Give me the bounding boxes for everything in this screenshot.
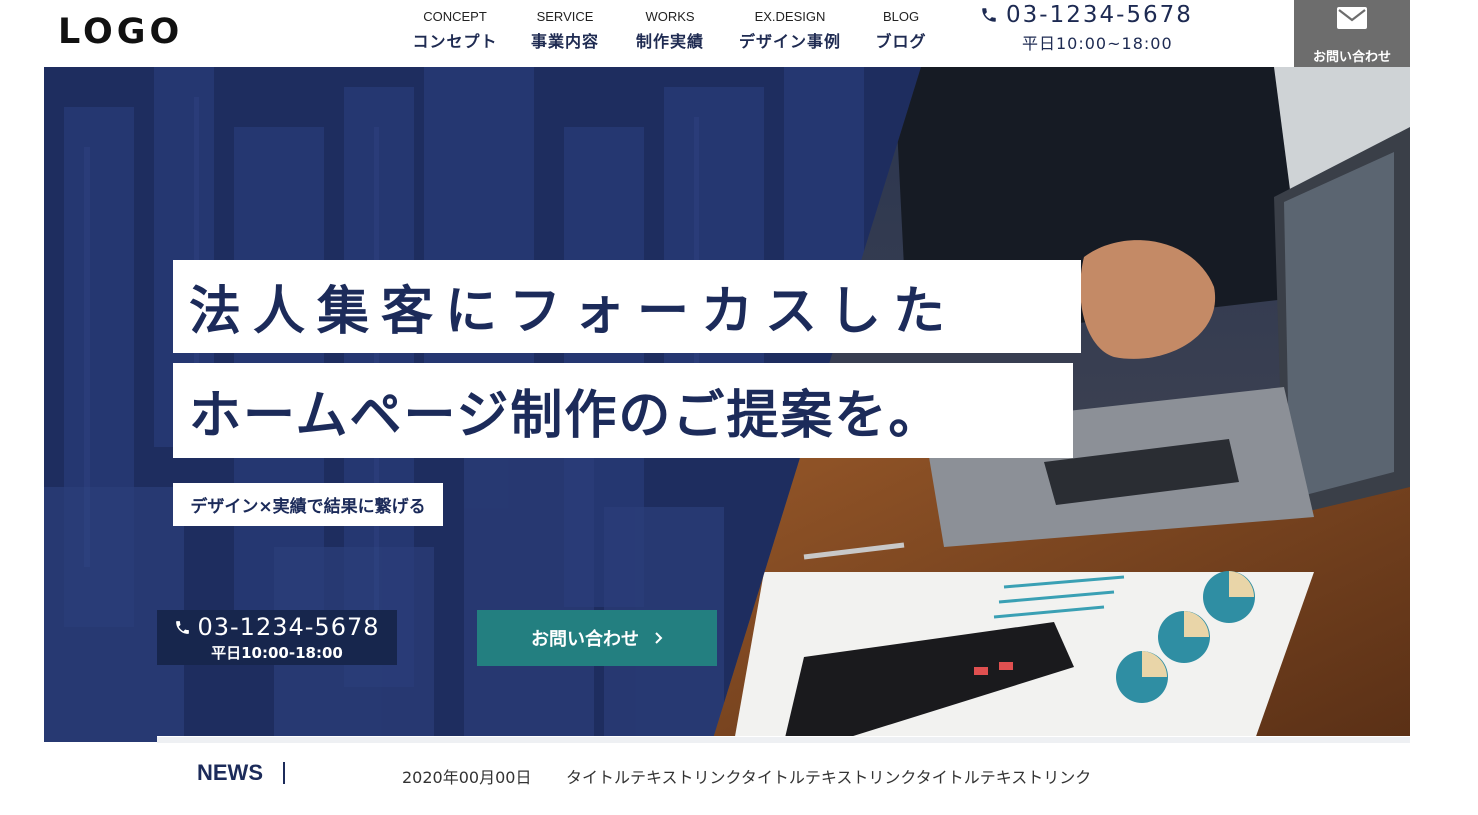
nav-item-jp-label: ブログ (875, 32, 927, 51)
hero-catch-line-1: 法人集客にフォーカスした (173, 260, 1081, 353)
news-title-link[interactable]: タイトルテキストリンクタイトルテキストリンクタイトルテキストリンク (566, 764, 1091, 788)
nav-item-works[interactable]: WORKS 制作実績 (625, 8, 715, 52)
nav-item-ex-design[interactable]: EX.DESIGN デザイン事例 (715, 8, 865, 52)
hero-section: 法人集客にフォーカスした ホームページ制作のご提案を。 デザイン×実績で結果に繋… (44, 67, 1410, 742)
news-divider (157, 737, 1410, 743)
chevron-right-icon (655, 632, 663, 644)
hero-phone-box[interactable]: 03-1234-5678 平日10:00-18:00 (157, 610, 397, 665)
hero-phone-number: 03-1234-5678 (197, 613, 380, 641)
nav-item-jp-label: 事業内容 (530, 32, 599, 51)
hero-business-hours: 平日10:00-18:00 (211, 644, 343, 662)
nav-item-jp-label: 制作実績 (635, 32, 704, 51)
nav-item-en-label: WORKS (645, 9, 695, 24)
header-contact-label: お問い合わせ (1312, 50, 1391, 65)
header-phone[interactable]: 03-1234-5678 平日10:00~18:00 (980, 2, 1220, 54)
phone-icon (176, 620, 190, 634)
nav-item-jp-label: コンセプト (412, 32, 498, 51)
nav-item-en-label: CONCEPT (423, 9, 487, 24)
news-separator (283, 762, 285, 784)
site-logo[interactable]: LOGO (58, 12, 183, 52)
mail-icon (1337, 7, 1367, 29)
site-header: LOGO CONCEPT コンセプト SERVICE 事業内容 WORKS 制作… (0, 0, 1478, 67)
hero-contact-button[interactable]: お問い合わせ (477, 610, 717, 666)
header-business-hours: 平日10:00~18:00 (1022, 34, 1173, 53)
nav-item-en-label: EX.DESIGN (754, 9, 826, 24)
header-phone-number: 03-1234-5678 (1006, 2, 1193, 28)
nav-item-service[interactable]: SERVICE 事業内容 (505, 8, 625, 52)
hero-subcopy: デザイン×実績で結果に繋げる (173, 483, 443, 526)
nav-item-blog[interactable]: BLOG ブログ (865, 8, 937, 52)
global-nav: CONCEPT コンセプト SERVICE 事業内容 WORKS 制作実績 EX… (405, 8, 937, 52)
phone-icon (982, 8, 996, 22)
nav-item-concept[interactable]: CONCEPT コンセプト (405, 8, 505, 52)
hero-contact-label: お問い合わせ (531, 629, 639, 650)
news-label: NEWS (197, 760, 263, 785)
nav-item-jp-label: デザイン事例 (738, 32, 841, 51)
hero-catch-line-2: ホームページ制作のご提案を。 (173, 363, 1073, 458)
header-contact-button[interactable]: お問い合わせ (1294, 0, 1410, 67)
nav-item-en-label: BLOG (882, 9, 920, 24)
news-date: 2020年00月00日 (402, 768, 532, 787)
nav-item-en-label: SERVICE (536, 9, 594, 24)
